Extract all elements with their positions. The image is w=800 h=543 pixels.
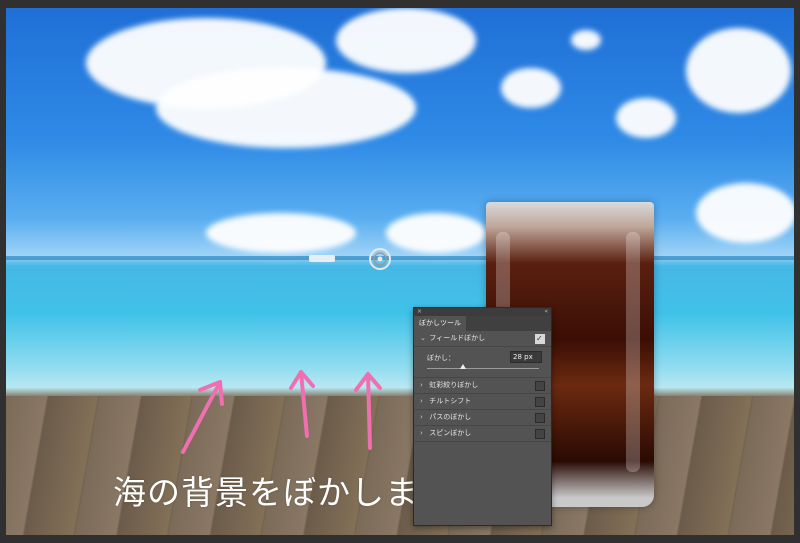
spin-blur-checkbox[interactable] <box>535 429 545 439</box>
ship <box>309 255 335 262</box>
iris-blur-checkbox[interactable] <box>535 381 545 391</box>
tab-blur-tools[interactable]: ぼかしツール <box>414 316 466 331</box>
path-blur-checkbox[interactable] <box>535 413 545 423</box>
blur-slider-thumb[interactable] <box>459 364 466 369</box>
section-field-blur[interactable]: ⌄ フィールドぼかし <box>414 331 551 347</box>
chevron-down-icon[interactable]: ⌄ <box>420 331 427 346</box>
section-spin-blur[interactable]: › スピンぼかし <box>414 426 551 442</box>
photoshop-workspace: 海の背景をぼかします × « ぼかしツール ⌄ フィールドぼかし ぼかし： 28… <box>0 0 800 543</box>
blur-label: ぼかし： <box>427 354 455 362</box>
blur-pin-icon[interactable] <box>367 246 393 272</box>
chevron-right-icon[interactable]: › <box>420 394 427 409</box>
cloud <box>501 68 561 108</box>
cloud <box>616 98 676 138</box>
cloud <box>696 183 794 243</box>
chevron-right-icon[interactable]: › <box>420 410 427 425</box>
horizon <box>6 256 794 260</box>
blur-slider-track[interactable] <box>427 368 539 369</box>
caption-text: 海の背景をぼかします <box>113 473 453 512</box>
close-icon[interactable]: × <box>417 308 422 315</box>
section-label: パスのぼかし <box>429 413 472 421</box>
arrow-annotation <box>181 380 224 454</box>
field-blur-checkbox[interactable] <box>535 331 545 346</box>
cloud <box>336 8 476 73</box>
cloud <box>686 28 791 113</box>
section-tilt-shift[interactable]: › チルトシフト <box>414 394 551 410</box>
section-label: チルトシフト <box>429 397 472 405</box>
section-iris-blur[interactable]: › 虹彩絞りぼかし <box>414 378 551 394</box>
collapse-icon[interactable]: « <box>544 308 548 315</box>
section-path-blur[interactable]: › パスのぼかし <box>414 410 551 426</box>
blur-gallery-panel: × « ぼかしツール ⌄ フィールドぼかし ぼかし： 28 px › 虹彩絞りぼ… <box>413 307 552 526</box>
document-image[interactable] <box>6 8 794 535</box>
canvas-area[interactable]: 海の背景をぼかします × « ぼかしツール ⌄ フィールドぼかし ぼかし： 28… <box>0 0 800 543</box>
section-label: 虹彩絞りぼかし <box>429 381 479 389</box>
chevron-right-icon[interactable]: › <box>420 378 427 393</box>
cloud <box>206 213 356 253</box>
arrow-annotation <box>354 372 382 450</box>
chevron-right-icon[interactable]: › <box>420 426 427 441</box>
cloud <box>571 30 601 50</box>
cloud <box>156 68 416 148</box>
panel-titlebar[interactable]: × « <box>414 308 551 316</box>
arrow-annotation <box>289 370 315 438</box>
section-label: スピンぼかし <box>429 429 472 437</box>
panel-tabs: ぼかしツール <box>414 316 551 331</box>
section-label: フィールドぼかし <box>429 334 486 342</box>
tilt-shift-checkbox[interactable] <box>535 397 545 407</box>
blur-value-field[interactable]: 28 px <box>510 351 542 363</box>
cloud <box>386 213 486 253</box>
blur-amount-control: ぼかし： 28 px <box>414 347 551 378</box>
